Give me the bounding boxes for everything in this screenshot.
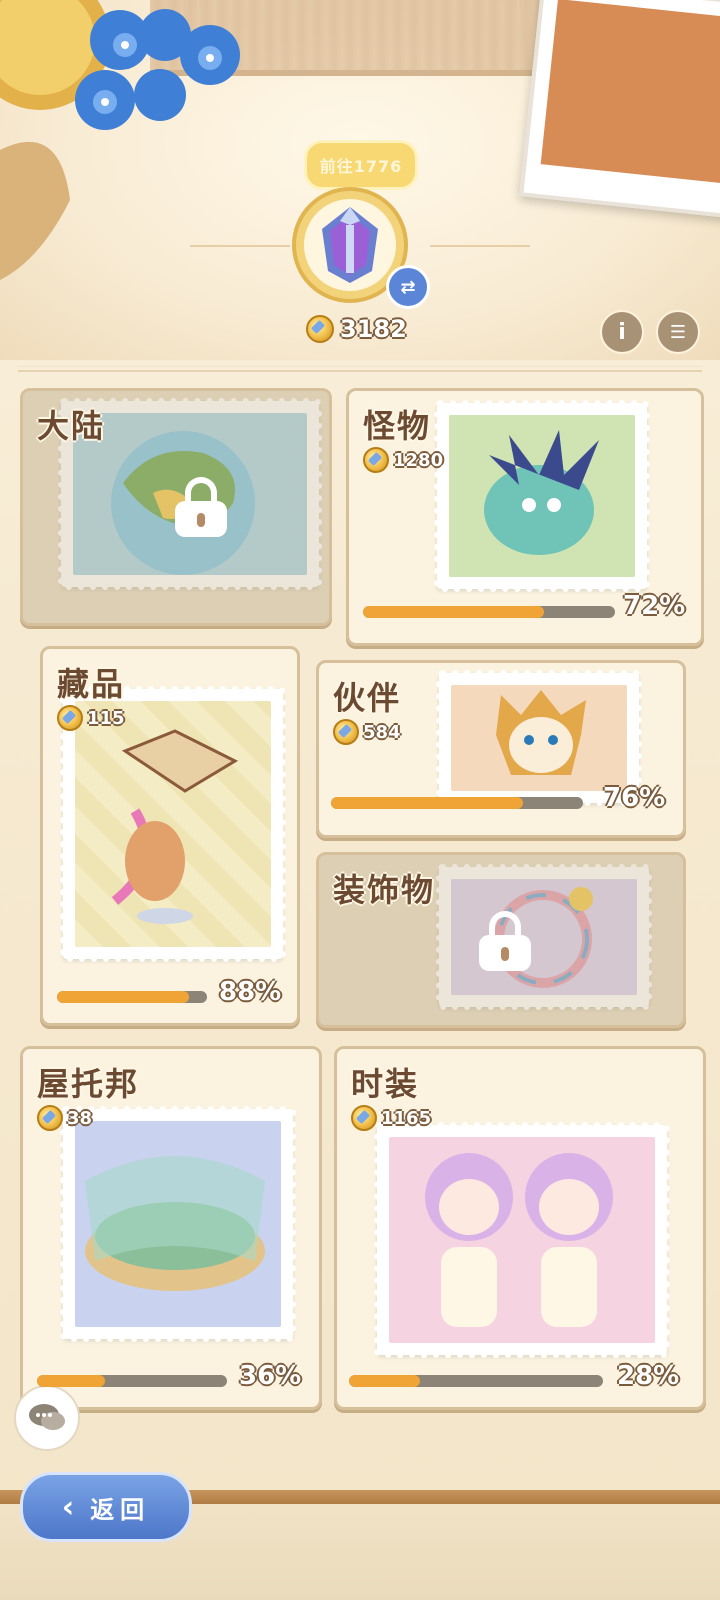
lock-icon [475, 911, 535, 971]
progress-percent: 76% [603, 783, 666, 813]
card-cost: 38 [37, 1105, 92, 1131]
back-button[interactable]: ‹ 返回 [20, 1472, 192, 1542]
progress-fill [349, 1375, 421, 1387]
card-title: 藏品 [57, 665, 126, 703]
cost-value: 115 [87, 707, 125, 729]
card-continent[interactable]: 大陆 [20, 388, 332, 626]
currency-total-value: 3182 [340, 315, 407, 343]
star-coin-icon [333, 719, 359, 745]
card-monster[interactable]: 怪物 1280 72% [346, 388, 704, 646]
divider [18, 366, 702, 367]
progress-bar [349, 1375, 603, 1387]
ornament-right [430, 245, 530, 247]
progress-bar [37, 1375, 227, 1387]
list-button[interactable]: ☰ [656, 310, 700, 354]
lion-partner-image [496, 690, 586, 775]
divider [18, 370, 702, 372]
list-icon: ☰ [669, 321, 687, 343]
card-utopia[interactable]: 屋托邦 38 36% [20, 1046, 322, 1410]
progress-fill [37, 1375, 106, 1387]
progress-fill [331, 797, 523, 809]
card-stamp [434, 400, 650, 592]
card-cost: 584 [333, 719, 401, 745]
progress-fill [57, 991, 189, 1003]
progress-percent: 72% [623, 591, 686, 621]
region-bubble: 前往1776 [304, 140, 418, 190]
cost-value: 38 [67, 1107, 93, 1129]
chat-button[interactable] [14, 1385, 80, 1451]
cost-value: 1280 [393, 449, 444, 471]
progress-bar [363, 606, 615, 618]
star-coin-icon [37, 1105, 63, 1131]
card-title: 屋托邦 [37, 1065, 140, 1103]
monster-image [484, 430, 599, 555]
star-coin-icon [57, 705, 83, 731]
back-arrow-icon: ‹ [61, 1489, 81, 1525]
twin-characters-image [425, 1153, 613, 1327]
progress-percent: 88% [219, 977, 282, 1007]
back-button-label: 返回 [90, 1495, 151, 1524]
card-partner[interactable]: 伙伴 584 76% [316, 660, 686, 838]
photo-frame-decoration [519, 0, 720, 219]
card-title: 装饰物 [333, 871, 436, 909]
card-title: 大陆 [37, 407, 106, 445]
swap-icon: ⇄ [400, 276, 416, 298]
card-stamp [60, 1106, 296, 1342]
star-coin-icon [363, 447, 389, 473]
card-stamp [374, 1122, 670, 1358]
card-title: 怪物 [363, 407, 432, 445]
card-cost: 115 [57, 705, 125, 731]
star-coin-icon [306, 315, 334, 343]
ornament-left [190, 245, 290, 247]
progress-bar [331, 797, 583, 809]
card-collection[interactable]: 藏品 115 88% [40, 646, 300, 1026]
book-and-vase-image [111, 729, 239, 924]
card-title: 时装 [351, 1065, 420, 1103]
progress-fill [363, 606, 545, 618]
card-cost: 1280 [363, 447, 443, 473]
cost-value: 1165 [381, 1107, 432, 1129]
progress-percent: 36% [239, 1361, 302, 1391]
currency-total: 3182 [306, 315, 407, 343]
progress-percent: 28% [617, 1361, 680, 1391]
info-icon: i [618, 319, 626, 345]
lock-icon [171, 477, 231, 537]
info-button[interactable]: i [600, 310, 644, 354]
chat-bubble-icon [29, 1404, 65, 1430]
round-bed-image [85, 1156, 265, 1291]
cost-value: 584 [363, 721, 401, 743]
card-outfit[interactable]: 时装 1165 28% [334, 1046, 706, 1410]
card-decoration[interactable]: 装饰物 [316, 852, 686, 1028]
progress-bar [57, 991, 207, 1003]
card-title: 伙伴 [333, 679, 402, 717]
star-coin-icon [351, 1105, 377, 1131]
card-cost: 1165 [351, 1105, 431, 1131]
swap-button[interactable]: ⇄ [386, 265, 430, 309]
flower-decoration [0, 0, 240, 280]
